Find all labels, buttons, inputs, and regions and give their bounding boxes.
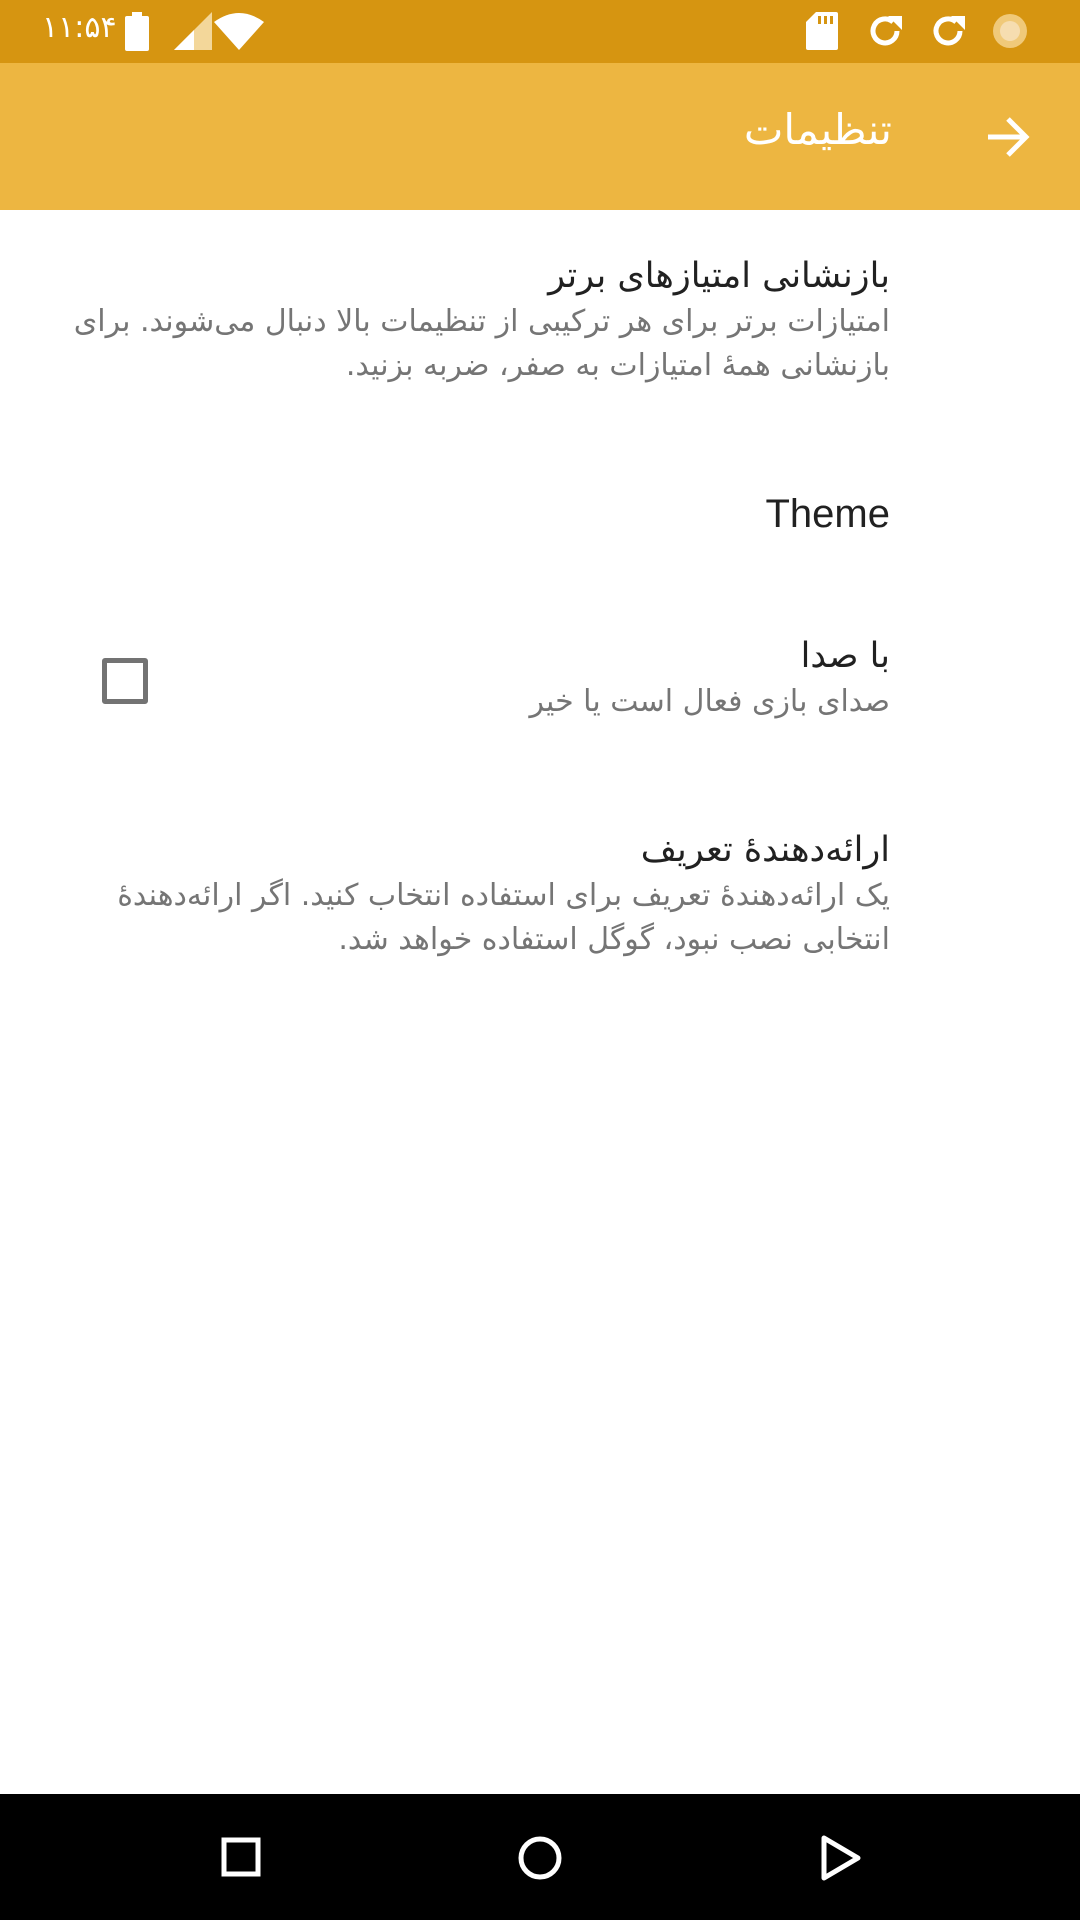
pref-title: Theme: [765, 492, 891, 536]
pref-summary: صدای بازی فعال است یا خیر: [529, 684, 891, 719]
pref-title: ارائه‌دهندهٔ تعریف: [640, 830, 890, 870]
app-bar: تنظیمات: [0, 63, 1080, 210]
sync-icon: [933, 16, 965, 46]
home-circle-icon[interactable]: [512, 1830, 568, 1886]
navigation-bar: [0, 1794, 1080, 1920]
sd-card-icon: [806, 12, 838, 50]
pref-dictionary-provider[interactable]: ارائه‌دهندهٔ تعریف یک ارائه‌دهندهٔ تعریف…: [40, 826, 890, 962]
battery-icon: [125, 12, 149, 51]
recents-square-icon[interactable]: [214, 1830, 270, 1886]
pref-title: با صدا: [800, 636, 890, 676]
back-button[interactable]: [976, 105, 1040, 169]
sync-icon: [870, 16, 902, 46]
pref-sound[interactable]: با صدا صدای بازی فعال است یا خیر: [190, 632, 891, 724]
wifi-icon: [214, 13, 264, 50]
signal-icon: [174, 12, 212, 50]
pref-summary: امتیازات برتر برای هر ترکیبی از تنظیمات …: [73, 304, 890, 383]
status-bar: ۱۱:۵۴: [0, 0, 1080, 63]
back-triangle-icon[interactable]: [812, 1830, 868, 1886]
pref-title: بازنشانی امتیازهای برتر: [548, 256, 890, 296]
sound-checkbox[interactable]: [102, 658, 148, 704]
pref-theme[interactable]: Theme: [40, 490, 891, 538]
pref-reset-scores[interactable]: بازنشانی امتیازهای برتر امتیازات برتر بر…: [40, 252, 890, 388]
arrow-forward-icon: [988, 117, 1030, 157]
status-time: ۱۱:۵۴: [42, 10, 117, 45]
page-title: تنظیمات: [743, 105, 892, 154]
loading-icon: [993, 14, 1027, 48]
pref-summary: یک ارائه‌دهندهٔ تعریف برای استفاده انتخا…: [117, 878, 890, 957]
